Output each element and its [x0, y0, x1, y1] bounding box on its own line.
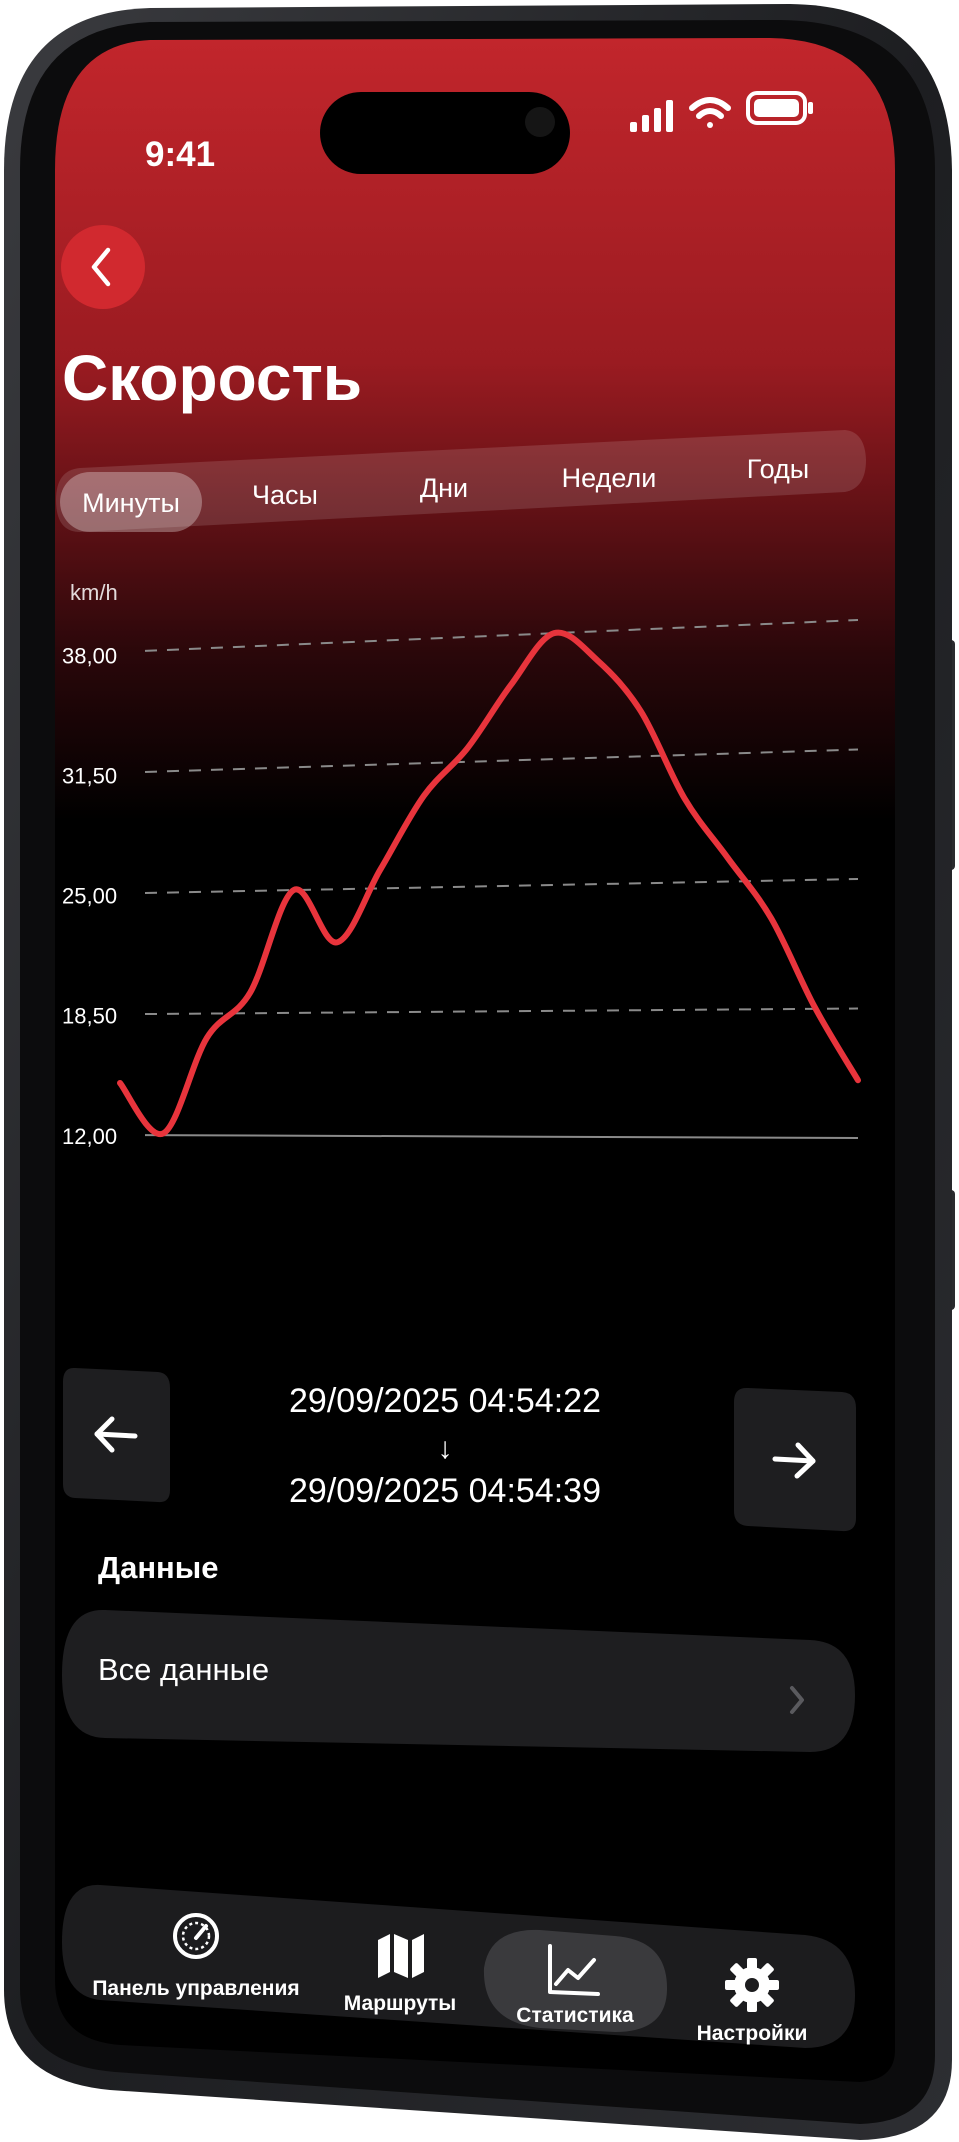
prev-range-button[interactable] — [63, 1367, 170, 1503]
tab-days[interactable]: Дни — [420, 473, 468, 503]
all-data-label: Все данные — [98, 1652, 269, 1687]
data-section-heading: Данные — [98, 1550, 219, 1585]
tab-minutes[interactable]: Минуты — [82, 488, 180, 518]
phone-mockup: 9:41 Скорость Минуты Часы Дни Недели Год… — [0, 0, 959, 2142]
y-tick-label: 12,00 — [62, 1124, 117, 1149]
y-tick-label: 18,50 — [62, 1004, 117, 1029]
tab-hours[interactable]: Часы — [252, 480, 318, 510]
status-time: 9:41 — [145, 135, 215, 174]
range-end-time: 29/09/2025 04:54:39 — [289, 1472, 601, 1510]
tab-years[interactable]: Годы — [747, 454, 809, 484]
y-tick-label: 38,00 — [62, 644, 117, 669]
y-tick-label: 31,50 — [62, 764, 117, 789]
range-start-time: 29/09/2025 04:54:22 — [289, 1382, 601, 1420]
tab-weeks[interactable]: Недели — [562, 463, 657, 493]
range-arrow: ↓ — [438, 1432, 453, 1465]
tab-dashboard-label: Панель управления — [92, 1977, 299, 2000]
back-button[interactable] — [61, 225, 145, 309]
camera-icon — [525, 107, 555, 137]
tab-routes-label: Маршруты — [344, 1992, 456, 2015]
phone-svg: 9:41 Скорость Минуты Часы Дни Недели Год… — [4, 4, 955, 2140]
next-range-button[interactable] — [734, 1387, 856, 1532]
y-axis-unit-label: km/h — [70, 580, 118, 605]
gear-icon — [725, 1958, 779, 2012]
page-title: Скорость — [62, 342, 362, 414]
y-tick-label: 25,00 — [62, 884, 117, 909]
tab-statistics-label: Статистика — [516, 2004, 634, 2027]
map-icon — [378, 1934, 424, 1978]
tab-settings-label: Настройки — [697, 2022, 808, 2045]
